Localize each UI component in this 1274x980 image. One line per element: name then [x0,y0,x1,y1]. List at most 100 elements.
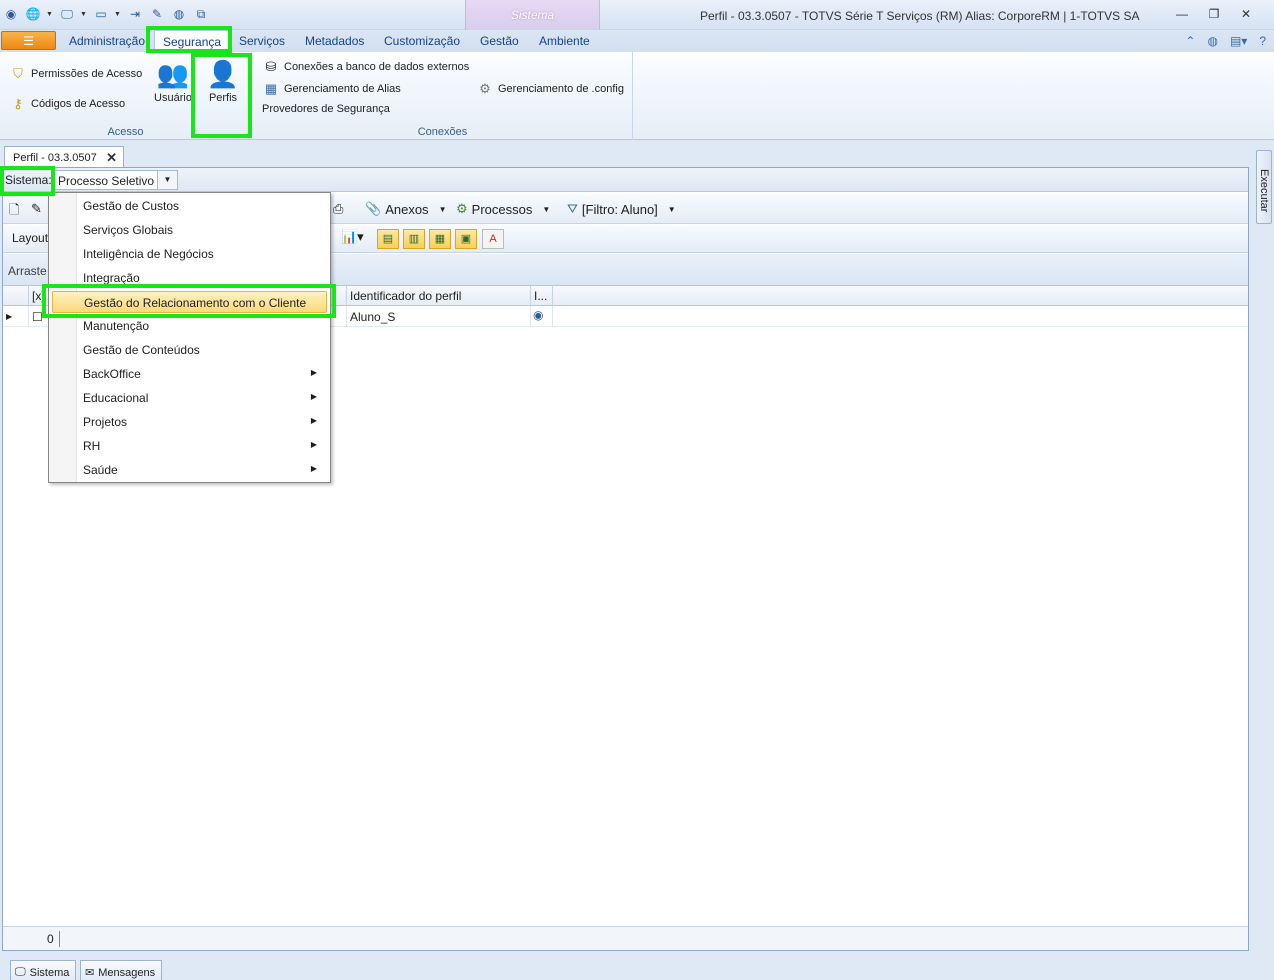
chevron-down-icon[interactable]: ▼ [114,11,122,18]
table-view-icon[interactable]: ▦ [429,229,451,249]
group-label-conexoes: Conexões [417,126,468,138]
dropdown-item[interactable]: BackOffice ▶ [52,363,327,385]
tab-servicos[interactable]: Serviços [239,34,285,48]
grid-green-icon[interactable]: ▥ [403,229,425,249]
grid-view-icon[interactable]: ▤ [377,229,399,249]
layout-icon[interactable]: ▤▾ [1230,34,1247,48]
gerenciamento-alias-button[interactable]: ▦ Gerenciamento de Alias [263,81,401,97]
dropdown-item[interactable]: Manutenção [52,315,327,337]
copy-icon[interactable]: ⧉ [192,6,210,22]
monitor-icon[interactable]: 🖵 [58,6,76,22]
dropdown-item[interactable]: Integração [52,267,327,289]
dropdown-item[interactable]: Saúde ▶ [52,459,327,481]
sistema-select[interactable]: Processo Seletivo ▼ [54,170,178,190]
messages-icon: ✉ [85,967,95,979]
web-icon[interactable]: ◍ [170,6,188,22]
chevron-down-icon[interactable]: ▼ [46,11,54,18]
chevron-right-icon: ▶ [310,464,317,473]
dropdown-item[interactable]: RH ▶ [52,435,327,457]
tab-seguranca[interactable]: Segurança [154,30,231,52]
anexos-button[interactable]: 📎 Anexos ▼ [365,201,446,217]
dropdown-item[interactable]: Gestão de Conteúdos [52,339,327,361]
document-tab[interactable]: Perfil - 03.3.0507 ✕ [4,146,124,168]
app-logo-icon[interactable]: ◉ [2,6,20,22]
close-icon[interactable]: ✕ [1238,7,1254,21]
dropdown-item[interactable]: Educacional ▶ [52,387,327,409]
grid-status-strip: 0 [3,926,1248,950]
collapse-ribbon-icon[interactable]: ⌃ [1185,34,1195,48]
application-menu-button[interactable]: ☰ [1,31,56,50]
close-tab-icon[interactable]: ✕ [106,150,117,166]
title-bar: ◉ 🌐 ▼ 🖵 ▼ ▭ ▼ ⇥ ✎ ◍ ⧉ Sistema Perfil - 03.3… [0,0,1274,30]
perfis-button[interactable]: 👤 Perfis [198,58,248,104]
dropdown-item[interactable]: Serviços Globais [52,219,327,241]
group-acesso: ⛉ Permissões de Acesso ⚷ Códigos de Aces… [0,52,252,140]
usuarios-button[interactable]: 👥 Usuário [153,58,193,104]
chevron-right-icon: ▶ [310,440,317,449]
chevron-down-icon: ▼ [667,204,676,214]
web-icon[interactable]: ◍ [1207,34,1217,48]
permissoes-acesso-button[interactable]: ⛉ Permissões de Acesso [10,66,142,82]
dropdown-item[interactable]: Gestão de Custos [52,195,327,217]
window-icon[interactable]: ▭ [92,6,110,22]
minimize-icon[interactable]: — [1174,7,1190,21]
record-count: 0 [47,932,54,946]
globe-icon[interactable]: 🌐 [24,6,42,22]
chevron-down-icon: ▼ [542,204,551,214]
key-icon: ⚷ [13,96,23,111]
layout-button[interactable]: Layout [12,231,48,245]
dropdown-item[interactable]: Inteligência de Negócios [52,243,327,265]
dropdown-item[interactable]: Gestão do Relacionamento com o Cliente [52,291,327,313]
gerenciamento-config-button[interactable]: ⚙ Gerenciamento de .config [477,81,624,97]
gear-icon: ⚙ [479,81,491,96]
alias-icon: ▦ [264,81,278,96]
tools-icon[interactable]: ✎ [148,6,166,22]
tab-administracao[interactable]: Administração [69,34,145,48]
divider [59,931,60,947]
panel-view-icon[interactable]: ▣ [455,229,477,249]
profile-icon: 👤 [206,59,240,89]
tab-customizacao[interactable]: Customização [384,34,460,48]
cell-identificador: Aluno_S [347,306,531,327]
restore-icon[interactable]: ❐ [1206,7,1222,21]
row-indicator-header [3,286,29,306]
window-title: Perfil - 03.3.0507 - TOTVS Série T Servi… [700,9,1140,23]
gears-icon: ⚙ [456,201,468,216]
chevron-down-icon[interactable]: ▼ [157,171,177,189]
new-icon[interactable]: 🗋 [9,201,19,223]
sistema-dropdown-menu: Gestão de Custos Serviços Globais Inteligê… [48,192,331,483]
processos-button[interactable]: ⚙ Processos ▼ [456,201,550,217]
shield-icon: ⛉ [13,66,23,81]
sistema-label: Sistema: [5,173,52,187]
print-icon[interactable]: ⎙ [333,201,343,217]
chevron-right-icon: ▶ [310,392,317,401]
chevron-down-icon[interactable]: ▼ [80,11,88,18]
menu-icon: ☰ [23,33,34,48]
ribbon-panel: ⛉ Permissões de Acesso ⚷ Códigos de Aces… [0,52,1274,140]
font-icon[interactable]: A [482,229,504,249]
chart-icon[interactable]: 📊▾ [341,229,364,245]
window-controls: — ❐ ✕ [1174,7,1254,21]
row-pointer-icon: ▶ [3,306,29,327]
column-header-identificador[interactable]: Identificador do perfil [347,286,531,306]
tab-ambiente[interactable]: Ambiente [539,34,590,48]
export-icon[interactable]: ⇥ [126,6,144,22]
codigos-acesso-button[interactable]: ⚷ Códigos de Acesso [10,96,125,112]
sistema-bar: Sistema: Processo Seletivo ▼ [3,168,1248,192]
tab-gestao[interactable]: Gestão [480,34,519,48]
help-icon[interactable]: ? [1259,34,1266,48]
users-icon: 👥 [156,59,190,89]
tab-metadados[interactable]: Metadados [305,34,364,48]
side-panel-executar[interactable]: Executar [1256,150,1272,224]
ribbon-tabs-right: ⌃ ◍ ▤▾ ? [1185,34,1266,48]
chevron-right-icon: ▶ [310,368,317,377]
tab-mensagens-bottom[interactable]: ✉ Mensagens [80,960,163,980]
edit-icon[interactable]: ✎ [31,201,42,217]
status-icon: ◉ [531,306,553,327]
provedores-seguranca-button[interactable]: Provedores de Segurança [262,103,390,115]
dropdown-item[interactable]: Projetos ▶ [52,411,327,433]
filtro-button[interactable]: ⛛ [Filtro: Aluno] ▼ [567,201,676,217]
conexoes-banco-button[interactable]: ⛁ Conexões a banco de dados externos [263,59,470,75]
tab-sistema-bottom[interactable]: 🖵 Sistema [10,960,77,980]
column-header-icon[interactable]: I... [531,286,553,306]
